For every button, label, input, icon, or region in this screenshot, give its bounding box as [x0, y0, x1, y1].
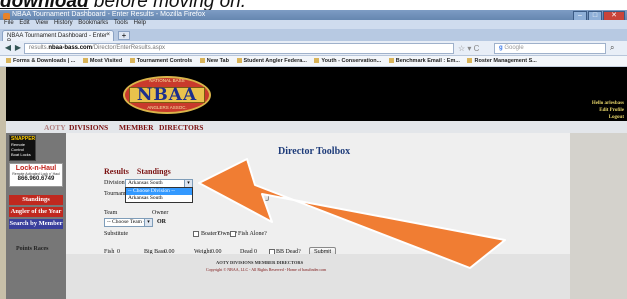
footer-links[interactable]: AOTY DIVISIONS MEMBER DIRECTORS: [216, 260, 303, 265]
edit-profile-link[interactable]: Edit Profile: [592, 107, 624, 114]
search-icon[interactable]: ⌕: [610, 43, 614, 53]
angler-of-the-year-button[interactable]: Angler of the Year: [9, 207, 63, 217]
bookmark-item[interactable]: Most Visited: [82, 58, 122, 64]
division-value: Arkansas South: [128, 180, 163, 186]
menu-edit[interactable]: Edit: [19, 20, 29, 26]
logo-top-text: NATIONAL BASS: [149, 78, 185, 83]
division-label: Division: [104, 180, 125, 186]
logout-link[interactable]: Logout: [592, 114, 624, 121]
boater-label: Boater?: [201, 231, 220, 237]
nav-aoty[interactable]: AOTY: [44, 123, 66, 132]
logo-letters: NBAA: [136, 85, 198, 105]
menu-help[interactable]: Help: [134, 20, 146, 26]
user-greeting: Hello arlesbass Edit Profile Logout: [592, 100, 624, 121]
tab-close-icon[interactable]: ×: [106, 32, 110, 38]
nav-divisions[interactable]: DIVISIONS: [69, 123, 108, 132]
bookmark-item[interactable]: Benchmark Email : Em...: [388, 58, 460, 64]
search-engine-label: Google: [504, 45, 524, 51]
page-title: Director Toolbox: [278, 146, 351, 157]
bookmark-item[interactable]: Roster Management S...: [467, 58, 537, 64]
chevron-down-icon: ▾: [184, 180, 192, 187]
dropdown-option[interactable]: -- Choose Division --: [126, 188, 192, 195]
nav-member[interactable]: MEMBER: [119, 123, 154, 132]
site-footer: AOTY DIVISIONS MEMBER DIRECTORS Copyrigh…: [66, 254, 570, 299]
team-placeholder: -- Choose Team --: [107, 219, 147, 225]
bookmark-star-icon[interactable]: ☆ ▾ C: [458, 44, 479, 53]
search-by-member-button[interactable]: Search by Member: [9, 219, 63, 229]
footer-copyright: Copyright © NBAA, LLC - All Rights Reser…: [206, 267, 327, 272]
url-host: nbaa-bass.com: [48, 45, 93, 51]
url-prefix: results.: [29, 45, 49, 51]
substitute-label: Substitute: [104, 231, 129, 237]
fish-alone-checkbox[interactable]: [230, 231, 236, 237]
content-links: Results Standings: [104, 167, 177, 176]
points-races-link[interactable]: Points Races: [16, 246, 49, 252]
division-dropdown-list: -- Choose Division -- Arkansas South: [125, 187, 193, 203]
sidebar: SNAPPER Remote Control Boat Locks Lock-n…: [6, 133, 66, 299]
greeting-text: Hello arlesbass: [591, 101, 624, 106]
bookmark-item[interactable]: Tournament Controls: [129, 58, 192, 64]
fish-alone-label: Fish Alone?: [238, 231, 267, 237]
bookmark-item[interactable]: Youth - Conservation...: [314, 58, 381, 64]
back-icon[interactable]: ◀: [3, 44, 13, 53]
firefox-icon: [3, 13, 10, 20]
site-header: NATIONAL BASS NBAA ANGLERS ASSOC. Hello …: [6, 67, 627, 121]
website: NATIONAL BASS NBAA ANGLERS ASSOC. Hello …: [0, 67, 627, 299]
ad2-title: Lock-n-Haul: [15, 165, 57, 172]
tab-bar: NBAA Tournament Dashboard - Enter R... ×…: [0, 29, 627, 45]
bookmark-item[interactable]: Student Angler Federa...: [236, 58, 307, 64]
ad2-phone: 866.960.6749: [17, 176, 55, 182]
chevron-down-icon: ▾: [144, 219, 152, 226]
url-path: /Director/EnterResults.aspx: [92, 45, 166, 51]
team-select[interactable]: -- Choose Team -- ▾: [104, 218, 153, 227]
menu-history[interactable]: History: [54, 20, 73, 26]
bookmarks-toolbar: Forms & Downloads | ... Most Visited Tou…: [0, 56, 627, 67]
site-nav: AOTY DIVISIONS MEMBER DIRECTORS: [6, 121, 627, 133]
snapper-ad[interactable]: SNAPPER Remote Control Boat Locks: [9, 135, 36, 161]
bookmark-item[interactable]: New Tab: [199, 58, 229, 64]
nbaa-logo[interactable]: NATIONAL BASS NBAA ANGLERS ASSOC.: [123, 72, 211, 118]
boater-checkbox[interactable]: [193, 231, 199, 237]
menu-bookmarks[interactable]: Bookmarks: [78, 20, 108, 26]
search-input[interactable]: g Google: [494, 43, 606, 54]
standings-link[interactable]: Standings: [137, 167, 171, 176]
forward-icon[interactable]: ▶: [13, 44, 23, 53]
dropdown-option[interactable]: Arkansas South: [126, 195, 192, 202]
team-label: Team: [104, 210, 118, 216]
right-column: [570, 133, 627, 299]
lock-n-haul-ad[interactable]: Lock-n-Haul Remote Activated Lock n' Hau…: [9, 163, 63, 187]
ad1-line: Boat Locks: [11, 152, 31, 157]
tab-active[interactable]: NBAA Tournament Dashboard - Enter R... ×: [2, 30, 114, 45]
results-link[interactable]: Results: [104, 167, 129, 176]
tournament-label: Tournam: [104, 191, 126, 197]
navigation-bar: ◀ ▶ results.nbaa-bass.com/Director/Enter…: [0, 41, 627, 56]
remove-all-button[interactable]: Remove All: [231, 191, 269, 201]
standings-button[interactable]: Standings: [9, 195, 63, 205]
url-bar[interactable]: results.nbaa-bass.com/Director/EnterResu…: [24, 43, 454, 54]
owner-label: Owner: [152, 210, 169, 216]
logo-bottom-text: ANGLERS ASSOC.: [147, 105, 187, 110]
menu-file[interactable]: File: [4, 20, 14, 26]
menu-tools[interactable]: Tools: [114, 20, 128, 26]
new-tab-button[interactable]: +: [118, 31, 130, 40]
menu-view[interactable]: View: [35, 20, 48, 26]
screenshot: download before moving on. NBAA Tourname…: [0, 0, 627, 299]
menu-bar: File Edit View History Bookmarks Tools H…: [0, 20, 627, 29]
bookmark-item[interactable]: Forms & Downloads | ...: [6, 58, 75, 64]
window-title: NBAA Tournament Dashboard - Enter Result…: [12, 11, 206, 18]
or-text: OR: [157, 219, 166, 225]
nav-directors[interactable]: DIRECTORS: [159, 123, 203, 132]
